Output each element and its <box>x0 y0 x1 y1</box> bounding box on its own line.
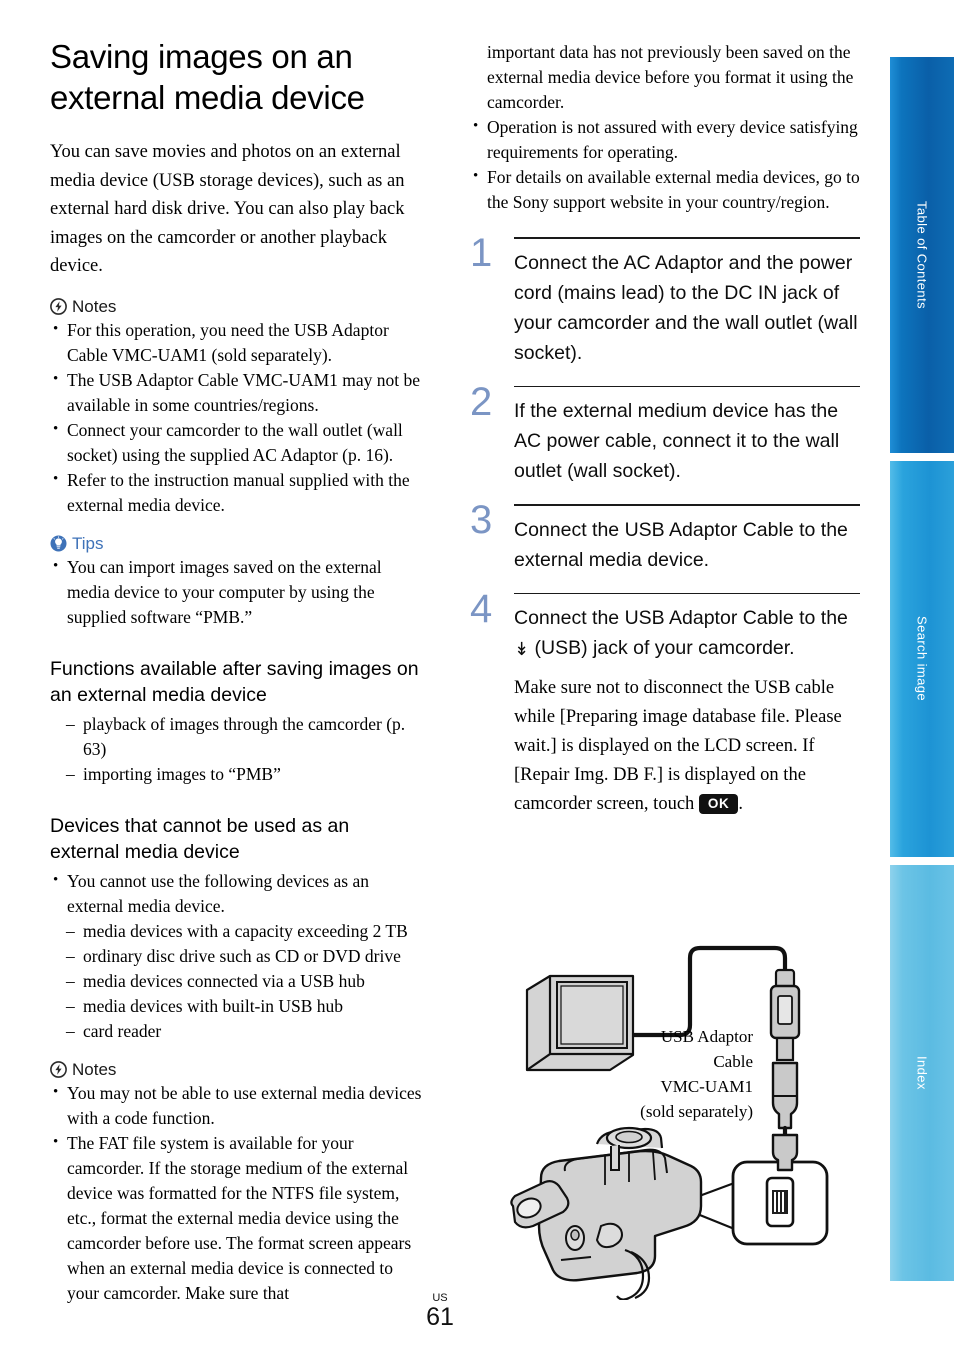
ok-button-key[interactable]: OK <box>698 794 739 815</box>
step-text: Connect the USB Adaptor Cable to the ext… <box>514 518 848 571</box>
notes-label: Notes <box>72 1059 117 1079</box>
step-number: 1 <box>470 231 493 275</box>
devices-dash-list: media devices with a capacity exceeding … <box>66 919 422 1044</box>
diagram-caption-line-1: USB Adaptor <box>661 1027 753 1046</box>
manual-page: Saving images on an external media devic… <box>0 0 954 1357</box>
step-divider <box>514 504 860 506</box>
notes-label: Notes <box>72 296 117 316</box>
diagram-caption-line-2: Cable <box>713 1052 753 1071</box>
usb-connector-lower <box>771 1061 799 1130</box>
step-4: 4 Connect the USB Adaptor Cable to the ↡… <box>470 587 860 820</box>
tips-heading: Tips <box>50 534 422 554</box>
step-divider <box>514 385 860 388</box>
notes-list-2: You may not be able to use external medi… <box>50 1080 422 1306</box>
tab-label: Index <box>914 1056 930 1090</box>
list-item: media devices with built-in USB hub <box>66 994 422 1019</box>
step-1: 1 Connect the AC Adaptor and the power c… <box>470 231 860 368</box>
notes-continuation-list: Operation is not assured with every devi… <box>470 114 860 215</box>
step-divider <box>514 237 860 239</box>
step-note-before-key: Make sure not to disconnect the USB cabl… <box>514 678 842 815</box>
step-2: 2 If the external medium device has the … <box>470 380 860 487</box>
list-item: You may not be able to use external medi… <box>50 1080 422 1131</box>
list-item: For details on available external media … <box>470 164 860 215</box>
step-3: 3 Connect the USB Adaptor Cable to the e… <box>470 498 860 575</box>
step-text-after-icon: (USB) jack of your camcorder. <box>529 637 795 660</box>
notes-heading-2: Notes <box>50 1060 422 1080</box>
step-text-before-icon: Connect the USB Adaptor Cable to the <box>514 607 848 630</box>
camcorder <box>510 1126 703 1300</box>
left-column: Saving images on an external media devic… <box>50 36 422 1306</box>
notes-lightning-icon <box>50 1061 67 1078</box>
list-item: You cannot use the following devices as … <box>50 868 422 919</box>
page-title-line-1: Saving images on an <box>50 38 353 75</box>
page-footer: US 61 <box>0 1292 880 1331</box>
devices-bullet-list: You cannot use the following devices as … <box>50 868 422 919</box>
page-title: Saving images on an external media devic… <box>50 36 422 118</box>
list-item: Operation is not assured with every devi… <box>470 114 860 165</box>
list-item: playback of images through the camcorder… <box>66 712 422 762</box>
section-heading-devices: Devices that cannot be used as an extern… <box>50 814 350 863</box>
usb-trident-icon: ↡ <box>514 639 530 661</box>
notes-lightning-icon <box>50 298 67 315</box>
tab-index[interactable]: Index <box>890 863 954 1283</box>
tab-search-image[interactable]: Search image <box>890 459 954 859</box>
list-item: ordinary disc drive such as CD or DVD dr… <box>66 944 422 969</box>
tips-list: You can import images saved on the exter… <box>50 554 422 630</box>
external-media-device <box>525 974 635 1072</box>
side-tab-strip: Table of Contents Search image Index <box>890 55 954 1285</box>
list-item: Refer to the instruction manual supplied… <box>50 467 422 518</box>
list-item: media devices with a capacity exceeding … <box>66 919 422 944</box>
page-title-line-2: external media device <box>50 79 365 116</box>
page-number: 61 <box>426 1303 454 1331</box>
tab-table-of-contents[interactable]: Table of Contents <box>890 55 954 455</box>
list-item: For this operation, you need the USB Ada… <box>50 317 422 368</box>
usb-connector-upper <box>769 968 801 1062</box>
step-note: Make sure not to disconnect the USB cabl… <box>514 674 860 819</box>
step-divider <box>514 592 860 595</box>
step-text: Connect the AC Adaptor and the power cor… <box>514 251 858 364</box>
tips-lightbulb-icon <box>50 535 67 552</box>
step-note-after-key: . <box>738 794 743 815</box>
list-item: You can import images saved on the exter… <box>50 554 422 630</box>
connection-diagram: USB Adaptor Cable VMC-UAM1 (sold separat… <box>505 930 865 1300</box>
tips-label: Tips <box>72 533 104 553</box>
list-item: card reader <box>66 1019 422 1044</box>
tab-label: Table of Contents <box>914 201 930 309</box>
list-item: importing images to “PMB” <box>66 762 422 787</box>
diagram-caption-line-3: VMC-UAM1 <box>660 1077 753 1096</box>
list-item: The USB Adaptor Cable VMC-UAM1 may not b… <box>50 367 422 418</box>
list-item: The FAT file system is available for you… <box>50 1130 422 1306</box>
cable-top-segment <box>617 945 788 1038</box>
tab-label: Search image <box>914 616 930 702</box>
notes-heading-1: Notes <box>50 297 422 317</box>
diagram-caption-line-4: (sold separately) <box>640 1102 753 1121</box>
step-number: 2 <box>470 379 493 424</box>
intro-paragraph: You can save movies and photos on an ext… <box>50 142 405 276</box>
notes-continuation-text: important data has not previously been s… <box>487 42 854 112</box>
list-item: Connect your camcorder to the wall outle… <box>50 417 422 468</box>
step-number: 4 <box>470 586 493 631</box>
section-heading-functions: Functions available after saving images … <box>50 657 419 706</box>
step-number: 3 <box>470 498 493 543</box>
step-text: Connect the USB Adaptor Cable to the ↡ (… <box>514 603 860 664</box>
list-item: media devices connected via a USB hub <box>66 969 422 994</box>
functions-dash-list: playback of images through the camcorder… <box>66 712 422 787</box>
notes-list-1: For this operation, you need the USB Ada… <box>50 317 422 518</box>
step-text: If the external medium device has the AC… <box>514 400 840 483</box>
right-column: important data has not previously been s… <box>470 40 860 819</box>
